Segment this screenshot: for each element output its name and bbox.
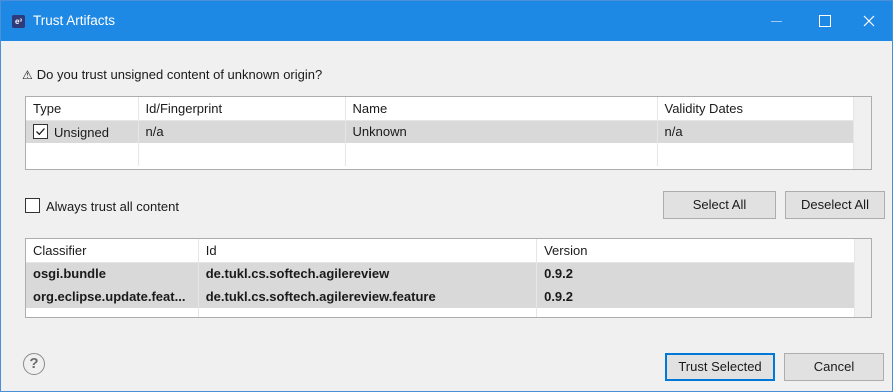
column-header-version[interactable]: Version: [536, 239, 871, 263]
vertical-scrollbar[interactable]: [853, 97, 871, 169]
cancel-button[interactable]: Cancel: [784, 353, 884, 381]
deselect-all-button[interactable]: Deselect All: [785, 191, 885, 219]
column-header-id[interactable]: Id: [198, 239, 538, 263]
table-row[interactable]: osgi.bundle de.tukl.cs.softech.agilerevi…: [26, 262, 871, 285]
minimize-button[interactable]: [753, 1, 799, 41]
artifacts-header-row: Classifier Id Version: [26, 239, 871, 263]
cell-version: 0.9.2: [536, 262, 871, 285]
cell-name: Unknown: [345, 120, 658, 143]
warning-icon: ⚠: [22, 68, 33, 82]
trust-selected-button[interactable]: Trust Selected: [665, 353, 775, 381]
artifacts-table: Classifier Id Version osgi.bundle de.tuk…: [25, 238, 872, 318]
column-header-validity-dates[interactable]: Validity Dates: [657, 97, 855, 121]
column-header-type[interactable]: Type: [26, 97, 139, 121]
checkmark-icon: [36, 127, 45, 135]
help-icon[interactable]: ?: [23, 353, 45, 375]
vertical-scrollbar[interactable]: [854, 239, 871, 317]
cell-version: 0.9.2: [536, 285, 871, 308]
cell-validity-dates: n/a: [657, 120, 855, 143]
signers-table: Type Id/Fingerprint Name Validity Dates …: [25, 96, 872, 170]
trust-artifacts-dialog: e³ Trust Artifacts ⚠ Do you trust unsigne…: [0, 0, 893, 392]
trust-prompt: ⚠ Do you trust unsigned content of unknow…: [22, 67, 322, 82]
column-header-classifier[interactable]: Classifier: [26, 239, 199, 263]
maximize-button[interactable]: [800, 1, 846, 41]
title-bar: e³ Trust Artifacts: [1, 1, 892, 41]
close-button[interactable]: [846, 1, 892, 41]
table-row[interactable]: Unsigned n/a Unknown n/a: [26, 120, 871, 143]
close-icon: [863, 15, 875, 27]
row-checkbox[interactable]: [33, 123, 48, 139]
always-trust-option[interactable]: Always trust all content: [25, 198, 179, 214]
signers-header-row: Type Id/Fingerprint Name Validity Dates: [26, 97, 871, 121]
cell-id: de.tukl.cs.softech.agilereview: [198, 262, 538, 285]
always-trust-label: Always trust all content: [46, 199, 179, 214]
window-title: Trust Artifacts: [33, 13, 116, 28]
column-header-name[interactable]: Name: [345, 97, 658, 121]
cell-type: Unsigned: [54, 124, 109, 140]
table-row[interactable]: org.eclipse.update.feat... de.tukl.cs.so…: [26, 285, 871, 308]
cell-id: de.tukl.cs.softech.agilereview.feature: [198, 285, 538, 308]
empty-row: [26, 143, 871, 166]
empty-row: [26, 308, 871, 317]
column-header-id-fingerprint[interactable]: Id/Fingerprint: [138, 97, 346, 121]
always-trust-checkbox[interactable]: [25, 198, 40, 213]
cell-classifier: org.eclipse.update.feat...: [26, 285, 199, 308]
cell-id-fingerprint: n/a: [138, 120, 346, 143]
select-all-button[interactable]: Select All: [663, 191, 776, 219]
prompt-text: Do you trust unsigned content of unknown…: [36, 67, 323, 82]
eclipse-app-icon: e³: [12, 15, 25, 28]
cell-classifier: osgi.bundle: [26, 262, 199, 285]
